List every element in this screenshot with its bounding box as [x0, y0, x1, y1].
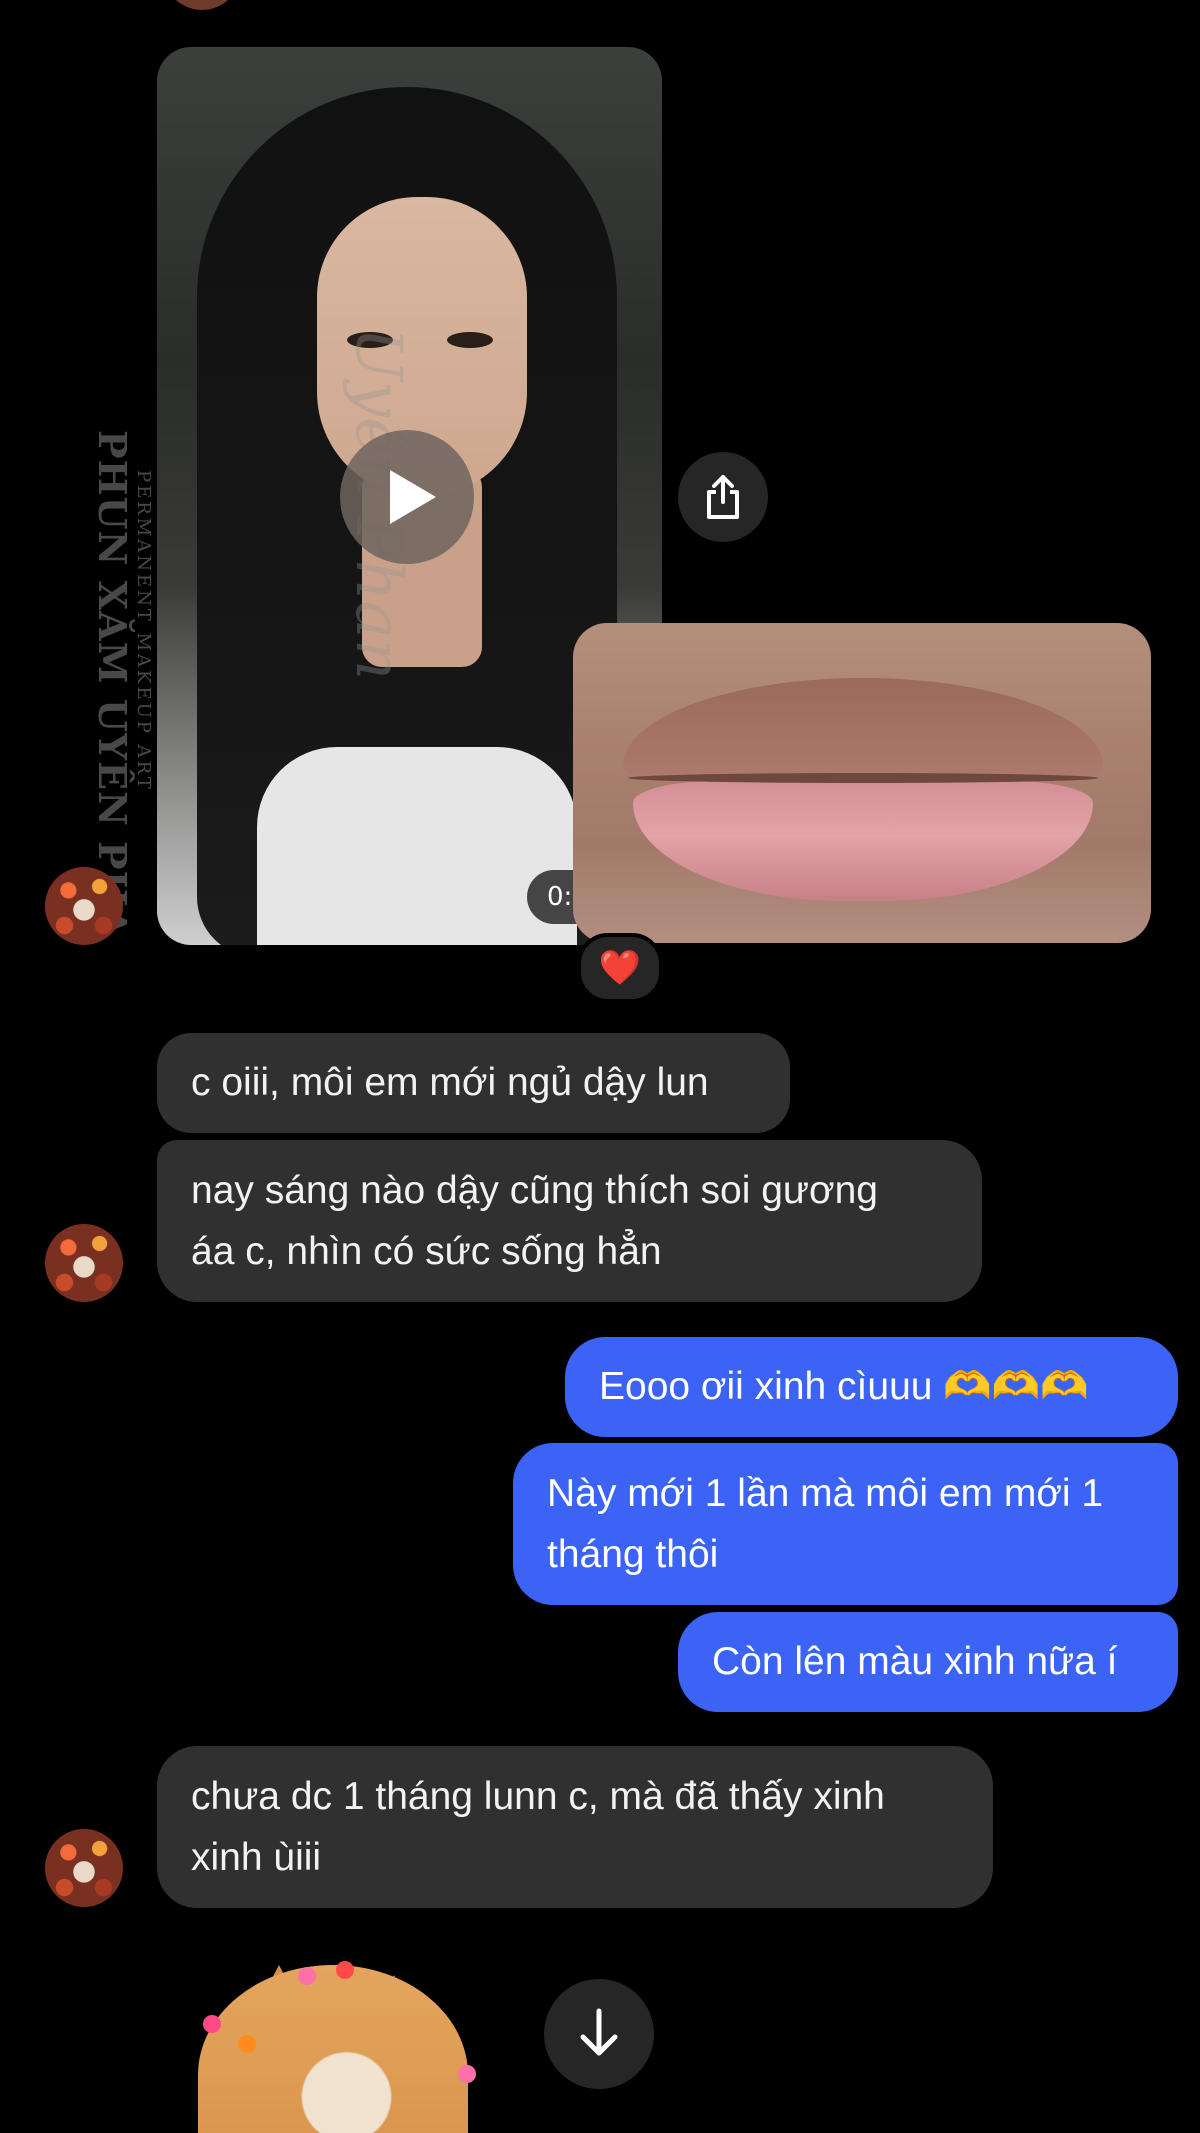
video-subject-eye [447, 332, 493, 348]
watermark-brand: PHUN XĂM UYÊN PHA [90, 430, 135, 930]
message-bubble-outgoing[interactable]: Eooo ơii xinh cìuuu 🫶🫶🫶 [565, 1337, 1178, 1437]
message-bubble-outgoing[interactable]: Còn lên màu xinh nữa í [678, 1612, 1178, 1712]
play-button[interactable] [340, 430, 474, 564]
video-subject-shirt [257, 747, 577, 945]
lip-photo-message[interactable] [573, 623, 1151, 943]
cat-body [198, 1965, 468, 2133]
avatar[interactable] [45, 1224, 123, 1302]
lip-line [628, 773, 1098, 783]
play-icon [390, 470, 436, 524]
heart-decoration [458, 2065, 476, 2083]
message-bubble-incoming[interactable]: nay sáng nào dậy cũng thích soi gương áa… [157, 1140, 982, 1302]
message-bubble-incoming[interactable]: c oiii, môi em mới ngủ dậy lun [157, 1033, 790, 1133]
cat-sticker[interactable] [158, 1945, 493, 2133]
watermark-tagline: PERMANENT MAKEUP ART [133, 470, 154, 792]
message-bubble-incoming[interactable]: chưa dc 1 tháng lunn c, mà đã thấy xinh … [157, 1746, 993, 1908]
arrow-down-icon [580, 2008, 618, 2056]
heart-decoration [238, 2035, 256, 2053]
scroll-to-bottom-button[interactable] [544, 1979, 654, 2089]
message-bubble-outgoing[interactable]: Này mới 1 lần mà môi em mới 1 tháng thôi [513, 1443, 1178, 1605]
avatar[interactable] [45, 1829, 123, 1907]
heart-decoration [203, 2015, 221, 2033]
avatar[interactable] [45, 867, 123, 945]
lip-lower [633, 781, 1093, 901]
share-button[interactable] [678, 452, 768, 542]
lip-upper [623, 678, 1103, 788]
heart-decoration [336, 1961, 354, 1979]
avatar-partial [163, 0, 241, 10]
heart-decoration [298, 1967, 316, 1985]
heart-reaction[interactable]: ❤️ [577, 933, 663, 1003]
share-icon [707, 475, 739, 519]
